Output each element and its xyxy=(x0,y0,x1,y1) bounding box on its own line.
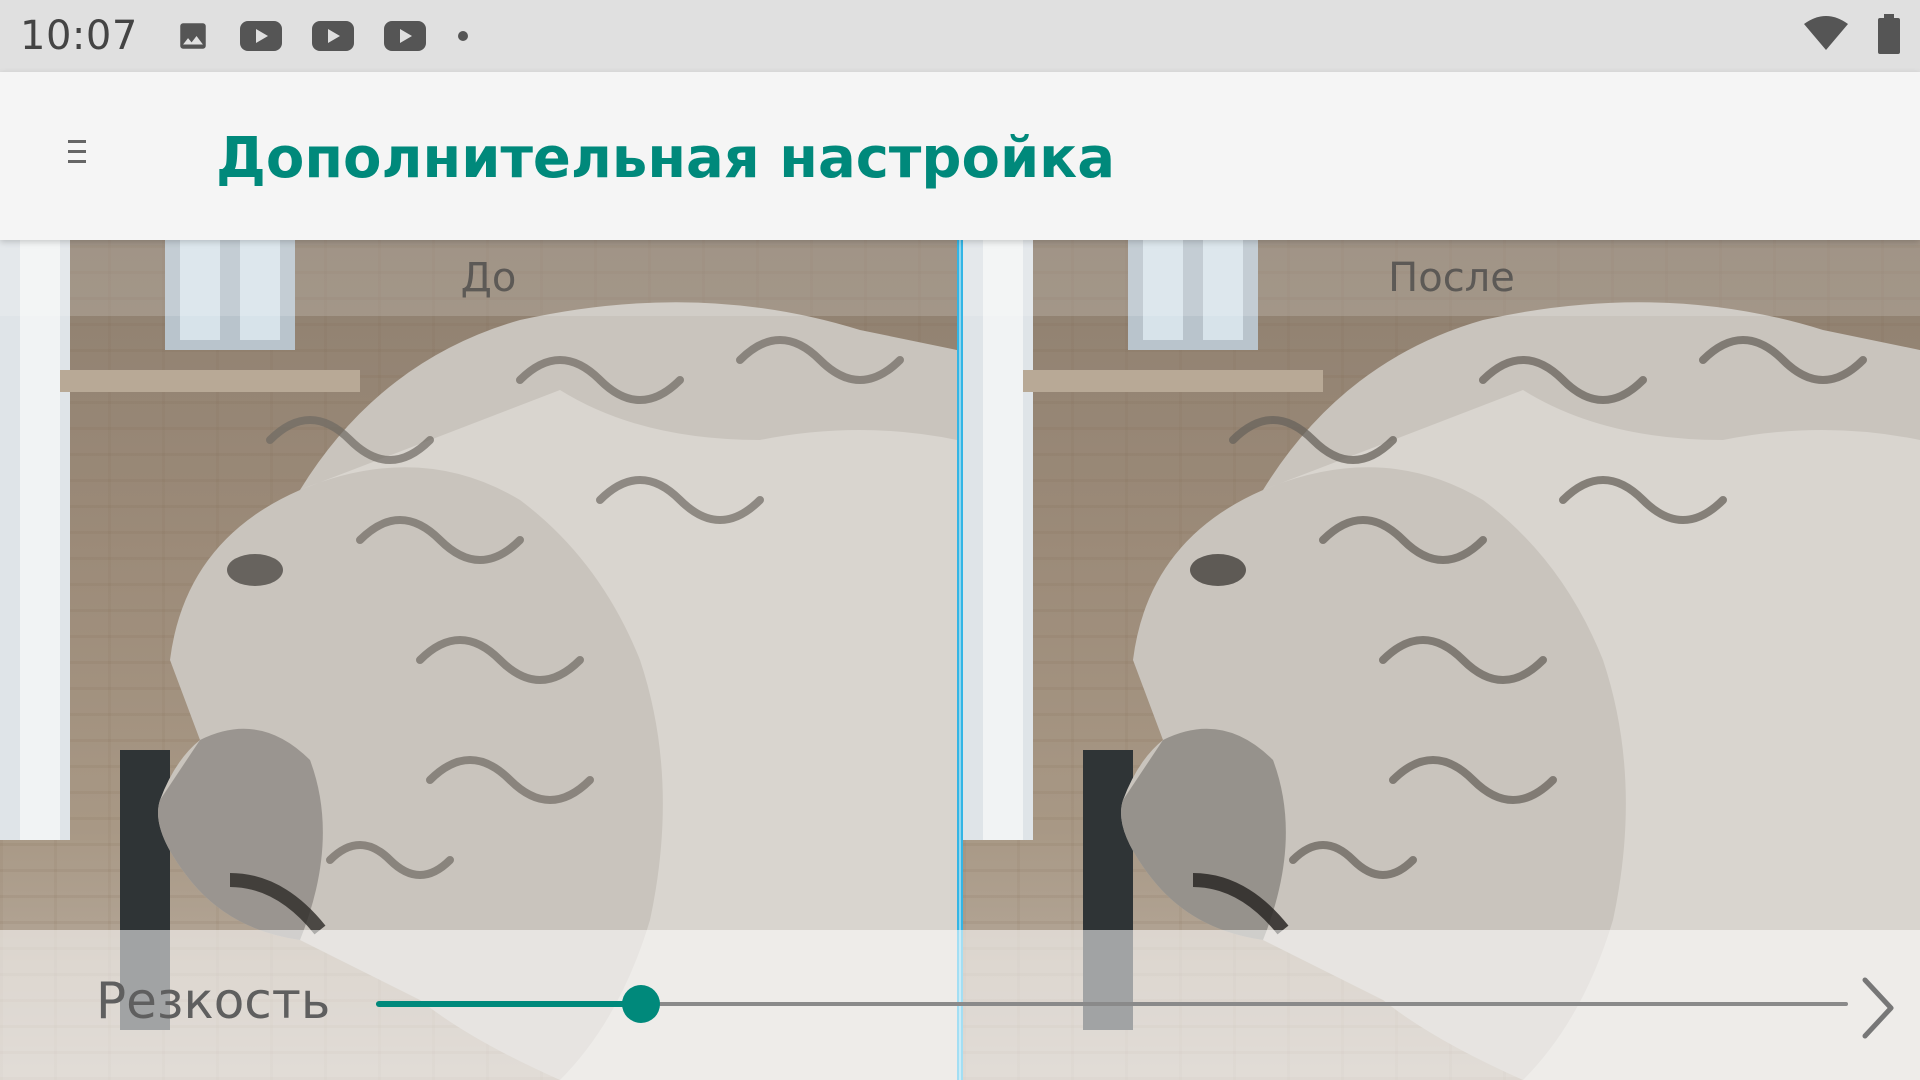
status-right-icons xyxy=(1804,13,1900,59)
next-button[interactable] xyxy=(1848,970,1908,1050)
dot-icon xyxy=(456,29,470,43)
adjustment-control-bar: Резкость xyxy=(0,930,1920,1080)
youtube-icon xyxy=(311,21,354,51)
youtube-icon xyxy=(383,21,426,51)
image-icon xyxy=(176,19,210,53)
slider-fill xyxy=(376,1001,641,1007)
menu-icon xyxy=(66,137,90,172)
chevron-right-icon xyxy=(1861,976,1895,1045)
app-bar: Дополнительная настройка xyxy=(0,72,1920,240)
menu-button[interactable] xyxy=(54,130,102,178)
page-title: Дополнительная настройка xyxy=(216,126,1115,191)
sharpness-label: Резкость xyxy=(96,972,331,1030)
screen: 10:07 Дополнительная настройка До После … xyxy=(0,0,1920,1080)
before-label: До xyxy=(0,240,957,316)
after-label: После xyxy=(963,240,1920,316)
youtube-icon xyxy=(239,21,282,51)
sharpness-slider[interactable] xyxy=(376,984,1848,1024)
status-time: 10:07 xyxy=(20,13,138,59)
slider-thumb[interactable] xyxy=(621,985,660,1023)
battery-icon xyxy=(1878,13,1900,59)
status-bar: 10:07 xyxy=(0,0,1920,72)
wifi-icon xyxy=(1804,15,1848,57)
